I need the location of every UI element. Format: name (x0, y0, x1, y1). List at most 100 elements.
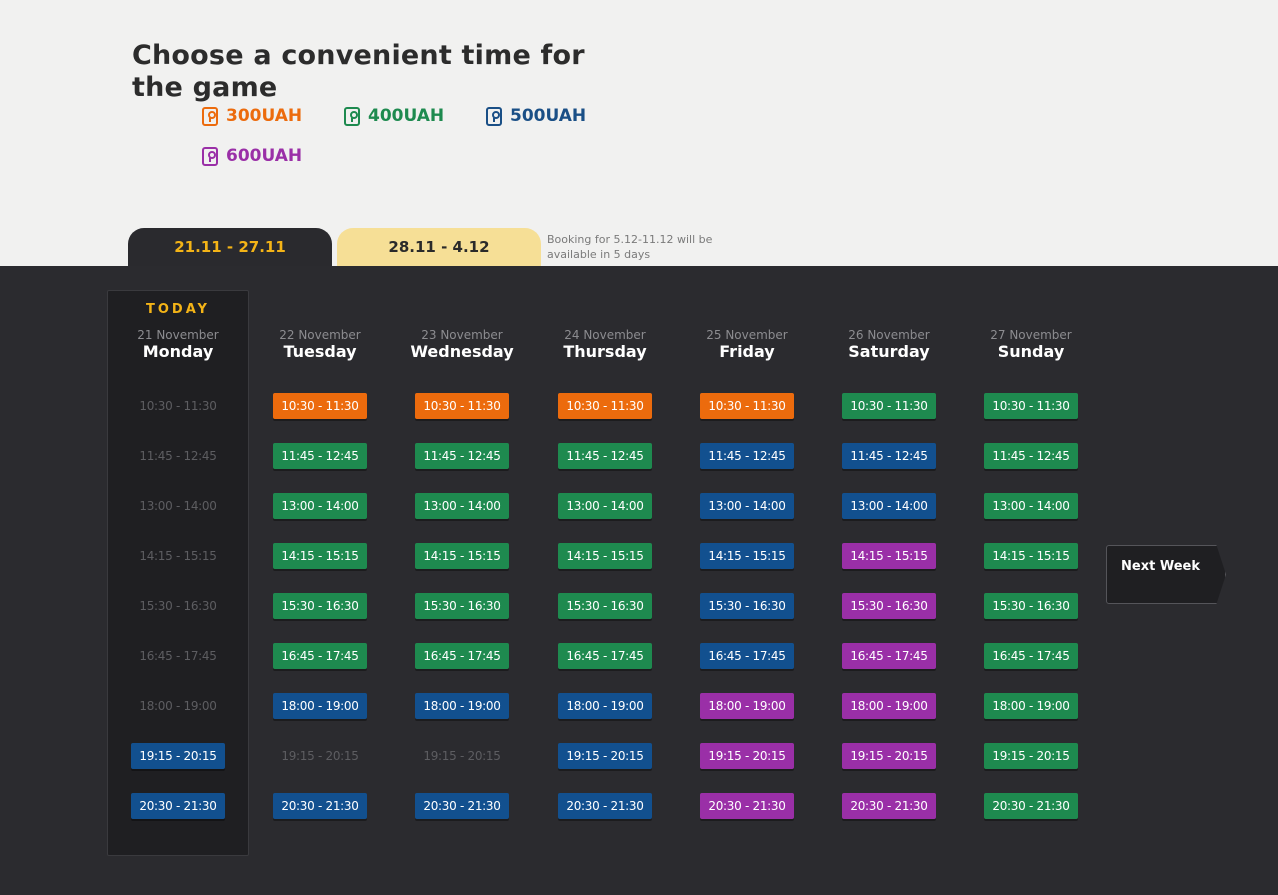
time-slot-button[interactable]: 20:30 - 21:30 (273, 793, 367, 819)
time-slot-button[interactable]: 20:30 - 21:30 (415, 793, 509, 819)
time-slot-button[interactable]: 15:30 - 16:30 (700, 593, 794, 619)
time-slot-button[interactable]: 16:45 - 17:45 (700, 643, 794, 669)
time-slot-button[interactable]: 10:30 - 11:30 (842, 393, 936, 419)
day-header: 21 November Monday (107, 328, 249, 362)
time-slot-button[interactable]: 11:45 - 12:45 (842, 443, 936, 469)
legend-item-400: 400UAH (344, 106, 444, 126)
day-name: Friday (719, 342, 775, 361)
time-slot-button[interactable]: 15:30 - 16:30 (273, 593, 367, 619)
time-slot-button[interactable]: 16:45 - 17:45 (415, 643, 509, 669)
time-slot-button[interactable]: 19:15 - 20:15 (984, 743, 1078, 769)
time-slot-button[interactable]: 10:30 - 11:30 (415, 393, 509, 419)
day-name: Wednesday (410, 342, 514, 361)
time-slot-unavailable: 10:30 - 11:30 (139, 399, 217, 413)
time-slot-button[interactable]: 20:30 - 21:30 (558, 793, 652, 819)
day-header: 27 November Sunday (960, 328, 1102, 362)
time-slot-button[interactable]: 19:15 - 20:15 (700, 743, 794, 769)
legend-label: 600UAH (226, 146, 303, 166)
day-header: 25 November Friday (676, 328, 818, 362)
time-slot-button[interactable]: 19:15 - 20:15 (131, 743, 225, 769)
day-date: 23 November (421, 328, 503, 342)
time-slot-button[interactable]: 15:30 - 16:30 (842, 593, 936, 619)
time-slot-button[interactable]: 10:30 - 11:30 (273, 393, 367, 419)
day-header: 26 November Saturday (818, 328, 960, 362)
day-date: 24 November (564, 328, 646, 342)
today-column (107, 290, 249, 856)
time-slot-button[interactable]: 15:30 - 16:30 (415, 593, 509, 619)
day-name: Sunday (997, 342, 1065, 361)
time-slot-unavailable: 19:15 - 20:15 (281, 749, 359, 763)
tab-next-week[interactable]: 28.11 - 4.12 (337, 228, 541, 266)
time-slot-button[interactable]: 18:00 - 19:00 (558, 693, 652, 719)
time-slot-button[interactable]: 18:00 - 19:00 (415, 693, 509, 719)
legend-label: 500UAH (510, 106, 587, 126)
time-slot-button[interactable]: 16:45 - 17:45 (558, 643, 652, 669)
time-slot-unavailable: 19:15 - 20:15 (423, 749, 501, 763)
legend-item-300: 300UAH (202, 106, 302, 126)
today-label: TODAY (146, 302, 210, 317)
lock-icon (202, 106, 218, 126)
time-slot-button[interactable]: 11:45 - 12:45 (558, 443, 652, 469)
time-slot-unavailable: 16:45 - 17:45 (139, 649, 217, 663)
time-slot-button[interactable]: 16:45 - 17:45 (273, 643, 367, 669)
time-slot-button[interactable]: 13:00 - 14:00 (273, 493, 367, 519)
time-slot-button[interactable]: 15:30 - 16:30 (558, 593, 652, 619)
time-slot-button[interactable]: 20:30 - 21:30 (842, 793, 936, 819)
legend-label: 300UAH (226, 106, 303, 126)
time-slot-button[interactable]: 14:15 - 15:15 (558, 543, 652, 569)
day-date: 25 November (706, 328, 788, 342)
time-slot-button[interactable]: 19:15 - 20:15 (558, 743, 652, 769)
time-slot-button[interactable]: 14:15 - 15:15 (415, 543, 509, 569)
time-slot-button[interactable]: 13:00 - 14:00 (415, 493, 509, 519)
time-slot-unavailable: 13:00 - 14:00 (139, 499, 217, 513)
time-slot-button[interactable]: 20:30 - 21:30 (131, 793, 225, 819)
time-slot-button[interactable]: 15:30 - 16:30 (984, 593, 1078, 619)
day-header: 24 November Thursday (534, 328, 676, 362)
time-slot-button[interactable]: 18:00 - 19:00 (273, 693, 367, 719)
time-slot-unavailable: 15:30 - 16:30 (139, 599, 217, 613)
lock-icon (486, 106, 502, 126)
time-slot-button[interactable]: 18:00 - 19:00 (984, 693, 1078, 719)
day-date: 21 November (137, 328, 219, 342)
day-name: Saturday (848, 342, 930, 361)
time-slot-button[interactable]: 13:00 - 14:00 (558, 493, 652, 519)
day-name: Thursday (563, 342, 647, 361)
day-date: 27 November (990, 328, 1072, 342)
legend-item-500: 500UAH (486, 106, 586, 126)
time-slot-button[interactable]: 11:45 - 12:45 (415, 443, 509, 469)
legend-label: 400UAH (368, 106, 445, 126)
day-date: 22 November (279, 328, 361, 342)
lock-icon (344, 106, 360, 126)
time-slot-button[interactable]: 13:00 - 14:00 (700, 493, 794, 519)
time-slot-button[interactable]: 10:30 - 11:30 (558, 393, 652, 419)
time-slot-button[interactable]: 18:00 - 19:00 (700, 693, 794, 719)
day-header: 22 November Tuesday (249, 328, 391, 362)
time-slot-button[interactable]: 14:15 - 15:15 (984, 543, 1078, 569)
time-slot-button[interactable]: 20:30 - 21:30 (700, 793, 794, 819)
tab-current-week[interactable]: 21.11 - 27.11 (128, 228, 332, 266)
time-slot-button[interactable]: 20:30 - 21:30 (984, 793, 1078, 819)
time-slot-button[interactable]: 16:45 - 17:45 (842, 643, 936, 669)
time-slot-button[interactable]: 11:45 - 12:45 (273, 443, 367, 469)
time-slot-button[interactable]: 18:00 - 19:00 (842, 693, 936, 719)
day-date: 26 November (848, 328, 930, 342)
time-slot-button[interactable]: 13:00 - 14:00 (842, 493, 936, 519)
time-slot-button[interactable]: 19:15 - 20:15 (842, 743, 936, 769)
time-slot-button[interactable]: 14:15 - 15:15 (842, 543, 936, 569)
time-slot-button[interactable]: 14:15 - 15:15 (273, 543, 367, 569)
page-title: Choose a convenient time for the game (132, 40, 585, 103)
time-slot-unavailable: 11:45 - 12:45 (139, 449, 217, 463)
time-slot-unavailable: 14:15 - 15:15 (139, 549, 217, 563)
legend-item-600: 600UAH (202, 146, 302, 166)
time-slot-button[interactable]: 11:45 - 12:45 (700, 443, 794, 469)
time-slot-button[interactable]: 16:45 - 17:45 (984, 643, 1078, 669)
time-slot-button[interactable]: 13:00 - 14:00 (984, 493, 1078, 519)
day-header: 23 November Wednesday (391, 328, 533, 362)
time-slot-button[interactable]: 10:30 - 11:30 (984, 393, 1078, 419)
time-slot-button[interactable]: 10:30 - 11:30 (700, 393, 794, 419)
day-name: Tuesday (283, 342, 357, 361)
next-week-button[interactable]: Next Week (1106, 545, 1226, 604)
time-slot-button[interactable]: 11:45 - 12:45 (984, 443, 1078, 469)
time-slot-unavailable: 18:00 - 19:00 (139, 699, 217, 713)
time-slot-button[interactable]: 14:15 - 15:15 (700, 543, 794, 569)
